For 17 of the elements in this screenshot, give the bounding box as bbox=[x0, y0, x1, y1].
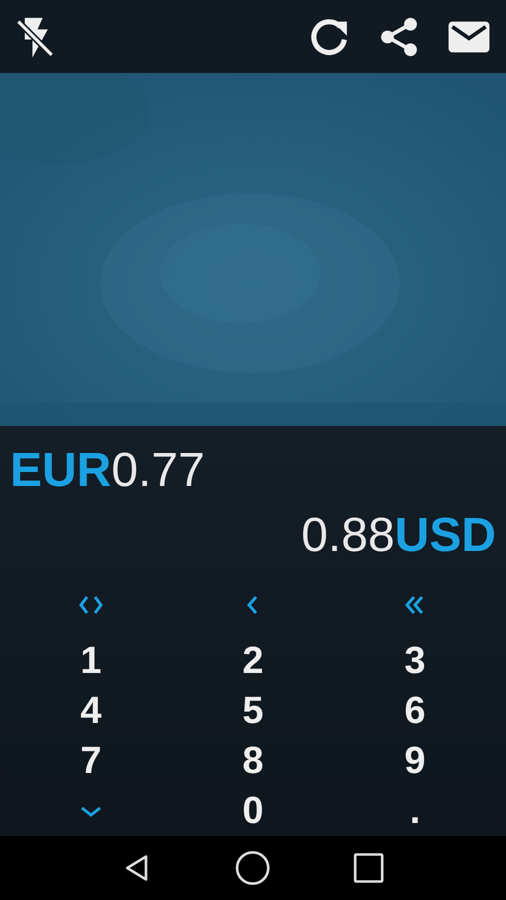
home-icon[interactable] bbox=[235, 850, 271, 886]
amount-value: 0.77 bbox=[111, 444, 205, 498]
digit-key[interactable]: 7 bbox=[74, 739, 108, 784]
swap-arrows-icon[interactable] bbox=[78, 594, 104, 616]
currency-code: USD bbox=[394, 508, 496, 564]
digit-key[interactable]: 0 bbox=[236, 789, 270, 834]
digit-key[interactable]: 4 bbox=[74, 689, 108, 734]
digit-key[interactable]: 2 bbox=[236, 639, 270, 684]
digit-key[interactable]: . bbox=[404, 789, 426, 834]
digit-key[interactable]: 6 bbox=[398, 689, 432, 734]
digit-key[interactable]: 8 bbox=[236, 739, 270, 784]
currency-code: EUR bbox=[10, 444, 112, 498]
digit-key[interactable]: 9 bbox=[398, 739, 432, 784]
amount-value: 0.88 bbox=[301, 508, 395, 564]
digit-key[interactable]: 1 bbox=[74, 639, 108, 684]
digit-key[interactable]: 3 bbox=[398, 639, 432, 684]
digit-key[interactable]: 5 bbox=[236, 689, 270, 734]
